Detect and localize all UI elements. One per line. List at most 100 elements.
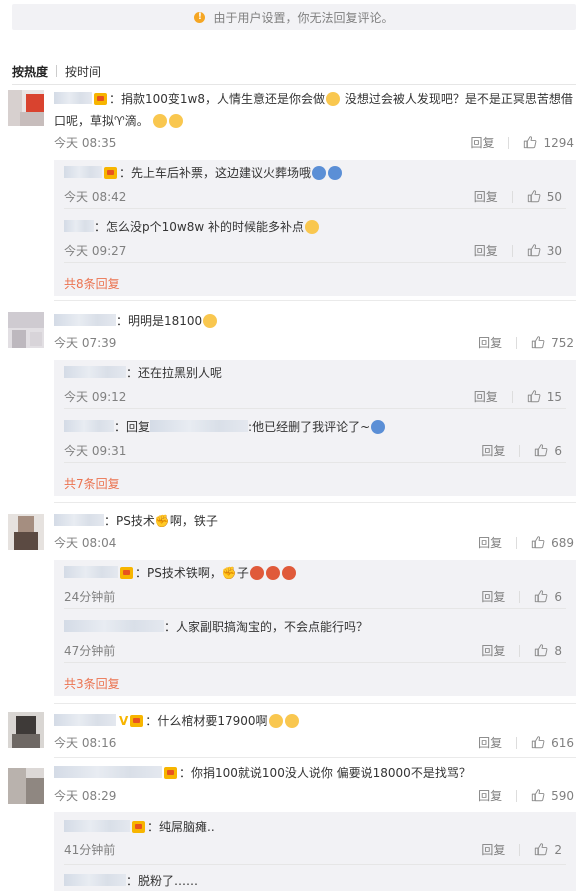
comment-actions: 回复 616	[478, 734, 574, 751]
reply-button[interactable]: 回复	[478, 734, 502, 751]
reply-button[interactable]: 回复	[478, 534, 502, 551]
colon: ：	[147, 820, 160, 834]
username[interactable]	[54, 714, 116, 726]
action-divider	[516, 736, 518, 749]
action-divider	[511, 244, 513, 257]
colon: ：	[119, 166, 132, 180]
avatar-image	[8, 712, 44, 748]
username[interactable]	[64, 874, 126, 886]
like-button[interactable]: 50	[527, 189, 562, 204]
reply-actions: 回复 50	[474, 188, 562, 205]
more-replies-link[interactable]: 共3条回复	[64, 675, 120, 692]
username[interactable]	[64, 220, 94, 232]
reply-button[interactable]: 回复	[481, 588, 505, 605]
comment-text-cont: 啊，铁子	[169, 514, 218, 528]
thumbs-up-icon	[527, 243, 541, 257]
thumbs-up-icon	[527, 189, 541, 203]
like-count: 15	[546, 390, 562, 404]
like-button[interactable]: 6	[534, 443, 562, 458]
comment-divider	[54, 703, 576, 704]
avatar[interactable]	[8, 768, 44, 804]
reply-button[interactable]: 回复	[470, 134, 494, 151]
reply-time: 41分钟前	[64, 843, 116, 857]
reply-actions: 回复 2	[481, 841, 562, 858]
avatar[interactable]	[8, 312, 44, 348]
username[interactable]	[54, 314, 116, 326]
username[interactable]	[64, 420, 114, 432]
thumbs-up-icon	[534, 643, 548, 657]
more-replies-link[interactable]: 共8条回复	[64, 275, 120, 292]
reply-button[interactable]: 回复	[481, 442, 505, 459]
comment-actions: 回复 1294	[470, 134, 574, 151]
reply-divider	[64, 208, 566, 209]
username[interactable]	[64, 620, 164, 632]
comment-divider	[54, 502, 576, 503]
reply-button[interactable]: 回复	[474, 242, 498, 259]
colon: ：	[94, 220, 107, 234]
comment-divider	[54, 757, 576, 758]
like-button[interactable]: 6	[534, 589, 562, 604]
reply-time: 今天 08:42	[64, 190, 127, 204]
mask-emoji-icon: ♈	[114, 114, 125, 128]
doraemon-emoji-icon	[328, 166, 343, 180]
comment-text-line2: 口呢，草拟	[54, 114, 115, 128]
reply-button[interactable]: 回复	[481, 841, 505, 858]
comment-actions: 回复 590	[478, 787, 574, 804]
like-count: 6	[554, 444, 562, 458]
action-divider	[511, 390, 513, 403]
thumbs-up-icon	[531, 335, 545, 349]
username[interactable]	[54, 766, 162, 778]
username[interactable]	[54, 514, 104, 526]
like-button[interactable]: 1294	[523, 135, 574, 150]
comment-text: 你捐100就说100没人说你 偏要说18000不是找骂？	[191, 766, 471, 780]
sort-by-time-tab[interactable]: 按时间	[65, 63, 101, 80]
sort-by-hot-tab[interactable]: 按热度	[12, 63, 48, 80]
like-count: 590	[551, 789, 574, 803]
notice-text: 由于用户设置，你无法回复评论。	[213, 10, 394, 25]
username[interactable]	[64, 820, 130, 832]
like-button[interactable]: 689	[531, 535, 574, 550]
reply-divider	[64, 662, 566, 663]
scared-emoji-icon	[268, 714, 283, 728]
reply-actions: 回复 15	[474, 388, 562, 405]
cake-emoji-icon	[249, 566, 264, 580]
reply-content: ：先上车后补票，这边建议火葬场哦	[64, 162, 343, 184]
username[interactable]	[64, 566, 118, 578]
reply-button[interactable]: 回复	[481, 642, 505, 659]
reply-text: 怎么没p个10w8w 补的时候能多补点	[106, 220, 304, 234]
like-button[interactable]: 30	[527, 243, 562, 258]
like-button[interactable]: 2	[534, 842, 562, 857]
username[interactable]	[54, 92, 92, 104]
username[interactable]	[64, 166, 102, 178]
like-button[interactable]: 15	[527, 389, 562, 404]
reply-text: 脱粉了……	[138, 874, 199, 888]
like-button[interactable]: 752	[531, 335, 574, 350]
colon: ：	[104, 514, 117, 528]
reply-button[interactable]: 回复	[478, 334, 502, 351]
reply-text-cont: 子	[236, 566, 249, 580]
comment-content: ：明明是18100	[54, 310, 218, 332]
reply-button[interactable]: 回复	[474, 388, 498, 405]
comment-content: ：捐款100变1w8，人情生意还是你会做 没想过会被人发现吧？是不是正冥思苦想借…	[54, 88, 574, 132]
reply-button[interactable]: 回复	[474, 188, 498, 205]
sort-divider	[56, 65, 58, 77]
like-button[interactable]: 8	[534, 643, 562, 658]
sort-bar: 按热度 按时间	[12, 58, 576, 84]
mentioned-username[interactable]	[150, 420, 249, 432]
cake-emoji-icon	[281, 566, 296, 580]
like-button[interactable]: 616	[531, 735, 574, 750]
sort-underline	[12, 84, 576, 85]
comment-text: 捐款100变1w8，人情生意还是你会做	[121, 92, 326, 106]
avatar[interactable]	[8, 712, 44, 748]
thumbs-up-icon	[534, 443, 548, 457]
username[interactable]	[64, 366, 126, 378]
comment-time: 今天 08:35	[54, 136, 117, 150]
avatar[interactable]	[8, 90, 44, 126]
like-button[interactable]: 590	[531, 788, 574, 803]
reply-text: :他已经删了我评论了~	[248, 420, 371, 434]
more-replies-link[interactable]: 共7条回复	[64, 475, 120, 492]
avatar[interactable]	[8, 514, 44, 550]
thumbs-up-icon	[523, 135, 537, 149]
reply-button[interactable]: 回复	[478, 787, 502, 804]
vip-badge-icon	[120, 567, 133, 579]
